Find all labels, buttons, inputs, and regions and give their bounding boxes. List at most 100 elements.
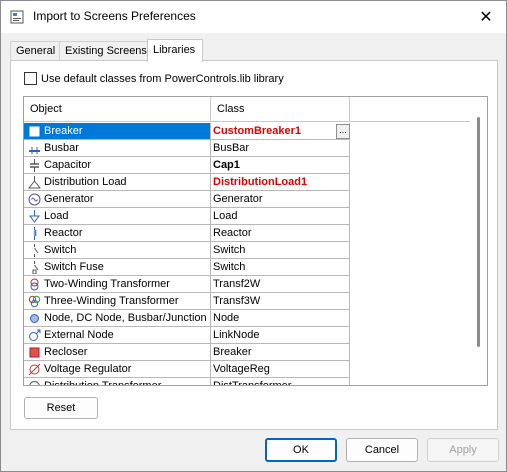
- use-default-classes-checkbox[interactable]: [24, 72, 37, 85]
- table-row[interactable]: Generator Generator: [24, 191, 350, 208]
- table-row[interactable]: Reactor Reactor: [24, 225, 350, 242]
- object-cell[interactable]: Recloser: [24, 344, 211, 361]
- browse-class-button[interactable]: ...: [336, 124, 350, 139]
- class-cell[interactable]: Load: [211, 208, 350, 225]
- tab-libraries[interactable]: Libraries: [147, 39, 203, 62]
- class-cell[interactable]: Node: [211, 310, 350, 327]
- object-cell[interactable]: Capacitor: [24, 157, 211, 174]
- object-name: Three-Winding Transformer: [44, 295, 179, 307]
- table-row[interactable]: Capacitor Cap1: [24, 157, 350, 174]
- busbar-icon: [29, 147, 40, 154]
- class-name: DistTransformer: [213, 380, 291, 385]
- use-default-classes-label: Use default classes from PowerControls.l…: [41, 72, 284, 85]
- object-cell[interactable]: External Node: [24, 327, 211, 344]
- window-title: Import to Screens Preferences: [33, 9, 196, 23]
- object-name: Voltage Regulator: [44, 363, 132, 375]
- cancel-button[interactable]: Cancel: [346, 438, 418, 462]
- object-cell[interactable]: Three-Winding Transformer: [24, 293, 211, 310]
- object-name: Switch Fuse: [44, 261, 104, 273]
- object-name: Capacitor: [44, 159, 92, 171]
- table-row[interactable]: Voltage Regulator VoltageReg: [24, 361, 350, 378]
- class-cell[interactable]: Switch: [211, 259, 350, 276]
- table-row[interactable]: Node, DC Node, Busbar/Junction Node: [24, 310, 350, 327]
- object-cell[interactable]: Voltage Regulator: [24, 361, 211, 378]
- class-name: Switch: [213, 244, 246, 256]
- recloser-icon: [29, 347, 40, 358]
- table-row[interactable]: Distribution Transformer DistTransformer: [24, 378, 350, 385]
- load-icon: [29, 210, 40, 223]
- table-row[interactable]: Recloser Breaker: [24, 344, 350, 361]
- grid-rows: Breaker CustomBreaker1... Busbar BusBar Capa…: [24, 122, 487, 385]
- object-name: Breaker: [44, 125, 83, 137]
- object-cell[interactable]: Distribution Load: [24, 174, 211, 191]
- node-icon: [30, 314, 39, 323]
- class-name: Transf2W: [213, 278, 261, 290]
- class-name: Reactor: [213, 227, 252, 239]
- object-name: Recloser: [44, 346, 88, 358]
- class-cell[interactable]: Transf2W: [211, 276, 350, 293]
- class-cell[interactable]: Cap1: [211, 157, 350, 174]
- use-default-classes-option[interactable]: Use default classes from PowerControls.l…: [24, 72, 284, 85]
- object-cell[interactable]: Distribution Transformer: [24, 378, 211, 385]
- object-name: Generator: [44, 193, 94, 205]
- breaker-icon: [29, 126, 40, 137]
- column-header-object[interactable]: Object: [24, 97, 211, 122]
- class-cell[interactable]: Breaker: [211, 344, 350, 361]
- column-header-class[interactable]: Class: [211, 97, 350, 122]
- table-row[interactable]: Three-Winding Transformer Transf3W: [24, 293, 350, 310]
- tab-existing-screens[interactable]: Existing Screens: [59, 41, 148, 61]
- table-row[interactable]: Busbar BusBar: [24, 140, 350, 157]
- close-button[interactable]: ✕: [466, 1, 506, 33]
- three-winding-transformer-icon: [28, 295, 41, 308]
- grid-header: Object Class: [24, 97, 487, 122]
- vertical-scrollbar[interactable]: [470, 97, 487, 385]
- object-name: Two-Winding Transformer: [44, 278, 170, 290]
- class-name: BusBar: [213, 142, 250, 154]
- preferences-dialog: Import to Screens Preferences ✕ General …: [0, 0, 507, 472]
- object-cell[interactable]: Node, DC Node, Busbar/Junction: [24, 310, 211, 327]
- class-cell[interactable]: BusBar: [211, 140, 350, 157]
- class-cell[interactable]: Generator: [211, 191, 350, 208]
- class-cell[interactable]: Transf3W: [211, 293, 350, 310]
- table-row[interactable]: External Node LinkNode: [24, 327, 350, 344]
- libraries-panel: Use default classes from PowerControls.l…: [10, 60, 498, 430]
- object-name: Distribution Load: [44, 176, 127, 188]
- object-cell[interactable]: Generator: [24, 191, 211, 208]
- ok-button[interactable]: OK: [265, 438, 337, 462]
- object-cell[interactable]: Two-Winding Transformer: [24, 276, 211, 293]
- object-name: Distribution Transformer: [44, 380, 161, 385]
- class-cell[interactable]: DistTransformer: [211, 378, 350, 385]
- class-cell[interactable]: CustomBreaker1: [211, 123, 350, 140]
- object-cell[interactable]: Breaker: [24, 123, 211, 140]
- class-cell[interactable]: Switch: [211, 242, 350, 259]
- table-row[interactable]: Breaker CustomBreaker1...: [24, 123, 350, 140]
- table-row[interactable]: Load Load: [24, 208, 350, 225]
- object-cell[interactable]: Reactor: [24, 225, 211, 242]
- reset-button[interactable]: Reset: [24, 397, 98, 419]
- table-row[interactable]: Switch Switch: [24, 242, 350, 259]
- table-row[interactable]: Switch Fuse Switch: [24, 259, 350, 276]
- object-cell[interactable]: Switch: [24, 242, 211, 259]
- class-name: CustomBreaker1: [213, 125, 302, 137]
- object-cell[interactable]: Busbar: [24, 140, 211, 157]
- table-row[interactable]: Two-Winding Transformer Transf2W: [24, 276, 350, 293]
- apply-button[interactable]: Apply: [427, 438, 499, 462]
- tab-general[interactable]: General: [10, 41, 60, 61]
- title-bar: Import to Screens Preferences ✕: [1, 1, 506, 33]
- class-name: Cap1: [213, 159, 240, 171]
- class-name: Transf3W: [213, 295, 261, 307]
- class-cell[interactable]: VoltageReg: [211, 361, 350, 378]
- class-cell[interactable]: LinkNode: [211, 327, 350, 344]
- generator-icon: [28, 193, 41, 206]
- class-cell[interactable]: DistributionLoad1: [211, 174, 350, 191]
- object-cell[interactable]: Switch Fuse: [24, 259, 211, 276]
- two-winding-transformer-icon: [30, 278, 39, 291]
- class-name: Node: [213, 312, 240, 324]
- close-icon: ✕: [479, 9, 493, 26]
- object-cell[interactable]: Load: [24, 208, 211, 225]
- class-name: DistributionLoad1: [213, 176, 308, 188]
- scrollbar-thumb[interactable]: [477, 117, 480, 347]
- class-cell[interactable]: Reactor: [211, 225, 350, 242]
- object-name: Node, DC Node, Busbar/Junction: [44, 312, 207, 324]
- table-row[interactable]: Distribution Load DistributionLoad1: [24, 174, 350, 191]
